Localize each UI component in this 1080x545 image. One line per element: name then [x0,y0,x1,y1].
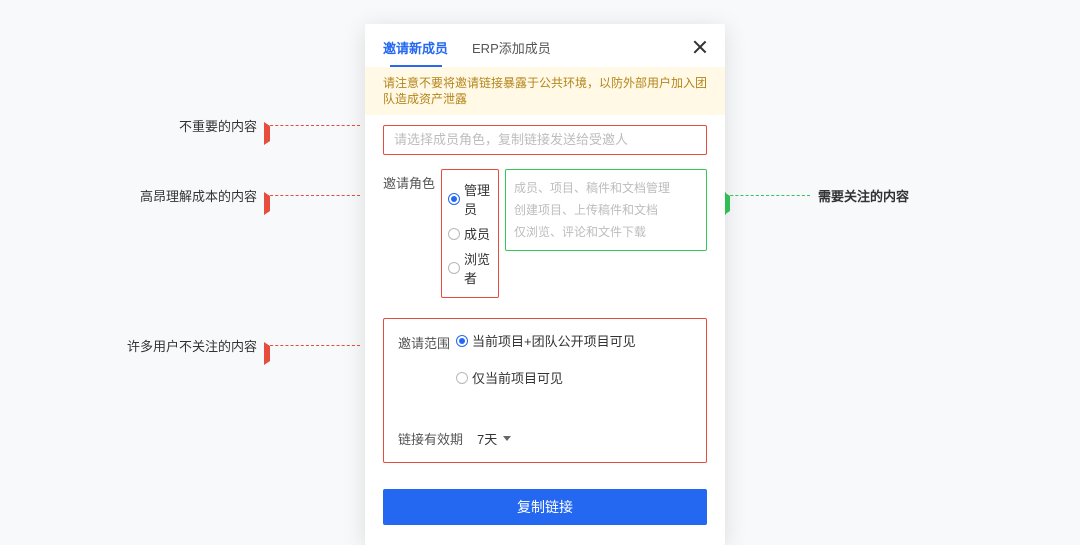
invite-role-row: 邀请角色 管理员 成员 浏览者 成员、项目、稿件和文档管理 创建项目、上传稿件和… [383,169,707,298]
tab-invite-new[interactable]: 邀请新成员 [383,38,448,67]
radio-icon [456,372,468,384]
annotation-ignored: 许多用户不关注的内容 [127,336,360,355]
annotation-unimportant: 不重要的内容 [179,116,360,135]
annotation-line [720,195,810,196]
role-member[interactable]: 成员 [448,224,492,243]
radio-icon [448,262,460,274]
scope-options: 当前项目+团队公开项目可见 仅当前项目可见 [456,331,692,387]
role-admin-label: 管理员 [464,180,492,218]
modal-body: 请选择成员角色，复制链接发送给受邀人 邀请角色 管理员 成员 浏览者 成员、项目 [365,115,725,467]
annotation-label: 不重要的内容 [179,116,257,135]
tab-erp-add[interactable]: ERP添加成员 [472,38,551,67]
annotation-line [265,125,360,126]
scope-option-public-label: 当前项目+团队公开项目可见 [472,331,636,350]
role-option-list: 管理员 成员 浏览者 [441,169,499,298]
scope-option-current[interactable]: 仅当前项目可见 [456,368,692,387]
modal-footer: 复制链接 [365,467,725,545]
annotation-high-cost: 高昂理解成本的内容 [140,186,360,205]
radio-icon [448,228,460,240]
role-admin[interactable]: 管理员 [448,180,492,218]
role-viewer-label: 浏览者 [464,249,492,287]
copy-link-button[interactable]: 复制链接 [383,489,707,525]
scope-option-public[interactable]: 当前项目+团队公开项目可见 [456,331,692,350]
link-expiry-value: 7天 [477,429,497,448]
scope-option-current-label: 仅当前项目可见 [472,368,563,387]
radio-icon [448,193,460,205]
role-admin-desc: 成员、项目、稿件和文档管理 [514,180,698,196]
invite-modal: 邀请新成员 ERP添加成员 请注意不要将邀请链接暴露于公共环境，以防外部用户加入… [365,24,725,545]
role-viewer-desc: 仅浏览、评论和文件下载 [514,224,698,240]
link-expiry-row: 链接有效期 7天 [398,429,692,448]
annotation-label: 许多用户不关注的内容 [127,336,257,355]
role-member-label: 成员 [464,224,490,243]
role-viewer[interactable]: 浏览者 [448,249,492,287]
chevron-down-icon [503,436,511,441]
scope-label: 邀请范围 [398,331,456,352]
annotation-line [265,345,360,346]
link-expiry-select[interactable]: 7天 [477,429,511,448]
modal-tabs: 邀请新成员 ERP添加成员 [365,24,725,67]
annotation-label: 高昂理解成本的内容 [140,186,257,205]
scope-row: 邀请范围 当前项目+团队公开项目可见 仅当前项目可见 [398,331,692,387]
radio-icon [456,335,468,347]
role-member-desc: 创建项目、上传稿件和文档 [514,202,698,218]
invite-scope-box: 邀请范围 当前项目+团队公开项目可见 仅当前项目可见 链接有效期 7天 [383,318,707,463]
close-icon[interactable] [691,38,709,56]
annotation-line [265,195,360,196]
link-expiry-label: 链接有效期 [398,429,463,448]
role-hint-input[interactable]: 请选择成员角色，复制链接发送给受邀人 [383,125,707,155]
invite-role-label: 邀请角色 [383,169,441,192]
warning-banner: 请注意不要将邀请链接暴露于公共环境，以防外部用户加入团队造成资产泄露 [365,67,725,115]
role-description-box: 成员、项目、稿件和文档管理 创建项目、上传稿件和文档 仅浏览、评论和文件下载 [505,169,707,251]
annotation-label: 需要关注的内容 [818,186,909,205]
annotation-attention: 需要关注的内容 [720,186,909,205]
